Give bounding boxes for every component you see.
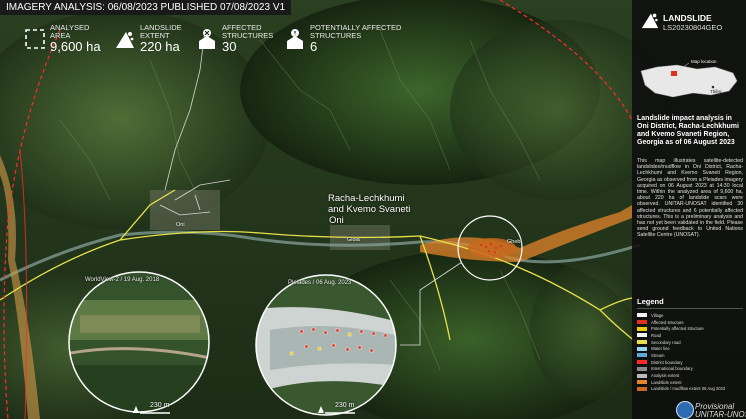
potentially-affected-structure-marker [347,332,352,337]
right-circle-caption: Pleiades / 06 Aug. 2023 [288,280,352,286]
inset-tbilisi-label: Tbilisi [710,89,722,94]
unosat-logo [676,401,694,419]
event-code: LS20230804GEO [663,23,723,32]
legend-swatch [637,326,647,331]
legend-title: Legend [637,297,743,309]
stat-label: ANALYSED AREA [50,23,90,40]
legend-swatch [637,313,647,318]
legend-item: Landslide / mudflow extent 06 Aug 2023 [637,386,743,393]
district-label: Oni [329,215,344,226]
imagery-analysis-banner: IMAGERY ANALYSIS: 06/08/2023 PUBLISHED 0… [0,0,292,15]
legend-swatch [637,333,647,338]
affected-structure-marker [299,329,304,334]
inset-map-location-label: Map location [691,59,717,64]
legend-item-label: International boundary [651,366,693,372]
region-label: Racha-Lechkhumi and Kvemo Svaneti [328,193,411,215]
affected-structure-marker [323,330,328,335]
legend-item: Stream [637,352,743,359]
legend-item: Affected structure [637,319,743,326]
legend-item-label: Landslide extent [651,379,682,385]
legend-swatch [637,346,647,351]
stat-label: POTENTIALLY AFFECTED STRUCTURES [310,23,402,40]
potentially-affected-structure-marker [317,346,322,351]
stat-value: 6 [310,39,318,54]
scale-label-right: 230 m [335,402,354,409]
scale-value: 230 [150,402,162,409]
legend-item-label: Landslide / mudflow extent 06 Aug 2023 [651,386,726,392]
village-label-oni: Oni [176,222,185,228]
legend-item-label: District boundary [651,359,683,365]
legend-item-label: Potentially affected structure [651,326,704,332]
scale-unit: m [163,402,170,409]
stat-label: LANDSLIDE EXTENT [140,23,182,40]
affected-structure-icon [199,29,215,49]
panel-title: LANDSLIDE [663,13,712,23]
affected-structure-marker [304,344,309,349]
legend-item-label: Stream [651,352,665,358]
map-heading: Landslide impact analysis in Oni Distric… [637,115,739,146]
affected-structure-marker [369,348,374,353]
stat-value: 30 [222,39,237,54]
legend-swatch [637,360,647,365]
legend-item-label: Secondary road [651,339,681,345]
legend-swatch [637,320,647,325]
legend-item-label: Affected structure [651,319,684,325]
dashed-square-icon [25,29,45,49]
legend-item-label: Water line [651,346,670,352]
stat-value: 9,600 ha [50,39,101,54]
affected-structure-marker [335,328,340,333]
legend-item: Water line [637,345,743,352]
legend-swatch [637,353,647,358]
location-inset-map [640,62,738,98]
village-label-glola: Glola [347,237,360,243]
affected-structure-marker [383,333,388,338]
legend-item: Landslide extent [637,379,743,386]
stat-landslide-extent: LANDSLIDE EXTENT 220 ha [114,24,194,56]
scale-label-left: 230 m [150,402,169,409]
affected-structure-marker [345,347,350,352]
scale-value: 230 [335,402,347,409]
affected-structure-marker [357,345,362,350]
legend-swatch [637,373,647,378]
provisional-footer: Provisional UNITAR-UNOSAT [695,402,746,419]
landslide-icon [116,32,134,48]
legend-swatch [637,366,647,371]
affected-structure-marker [331,343,336,348]
potentially-affected-structure-icon [287,29,303,49]
legend-item: Village [637,312,743,319]
stat-label: AFFECTED STRUCTURES [222,23,274,40]
legend-item-label: Road [651,332,662,338]
affected-structure-marker [371,331,376,336]
left-circle-caption: WorldView-2 / 19 Aug. 2018 [85,277,160,283]
legend-swatch [637,340,647,345]
affected-structure-marker [359,329,364,334]
legend-item: Potentially affected structure [637,325,743,332]
affected-structure-marker [311,327,316,332]
legend-item: International boundary [637,366,743,373]
stat-affected-structures: AFFECTED STRUCTURES 30 [196,24,281,56]
legend-item-label: Village [651,312,664,318]
stat-analysed-area: ANALYSED AREA 9,600 ha [24,24,114,56]
landslide-icon [641,13,659,29]
legend-item-label: Analysis extent [651,373,680,379]
legend-swatch [637,386,647,391]
scale-unit: m [348,402,355,409]
legend-item: Road [637,332,743,339]
legend-item: Secondary road [637,339,743,346]
legend-item: District boundary [637,359,743,366]
stat-potentially-affected-structures: POTENTIALLY AFFECTED STRUCTURES 6 [284,24,414,56]
legend-item: Analysis extent [637,372,743,379]
map-description: This map illustrates satellite-detected … [637,158,743,239]
legend-swatch [637,380,647,385]
stat-value: 220 ha [140,39,180,54]
legend: Legend Village Affected structure Potentia… [637,297,743,392]
village-label-ghebi: Ghebi [507,239,522,245]
potentially-affected-structure-marker [289,351,294,356]
